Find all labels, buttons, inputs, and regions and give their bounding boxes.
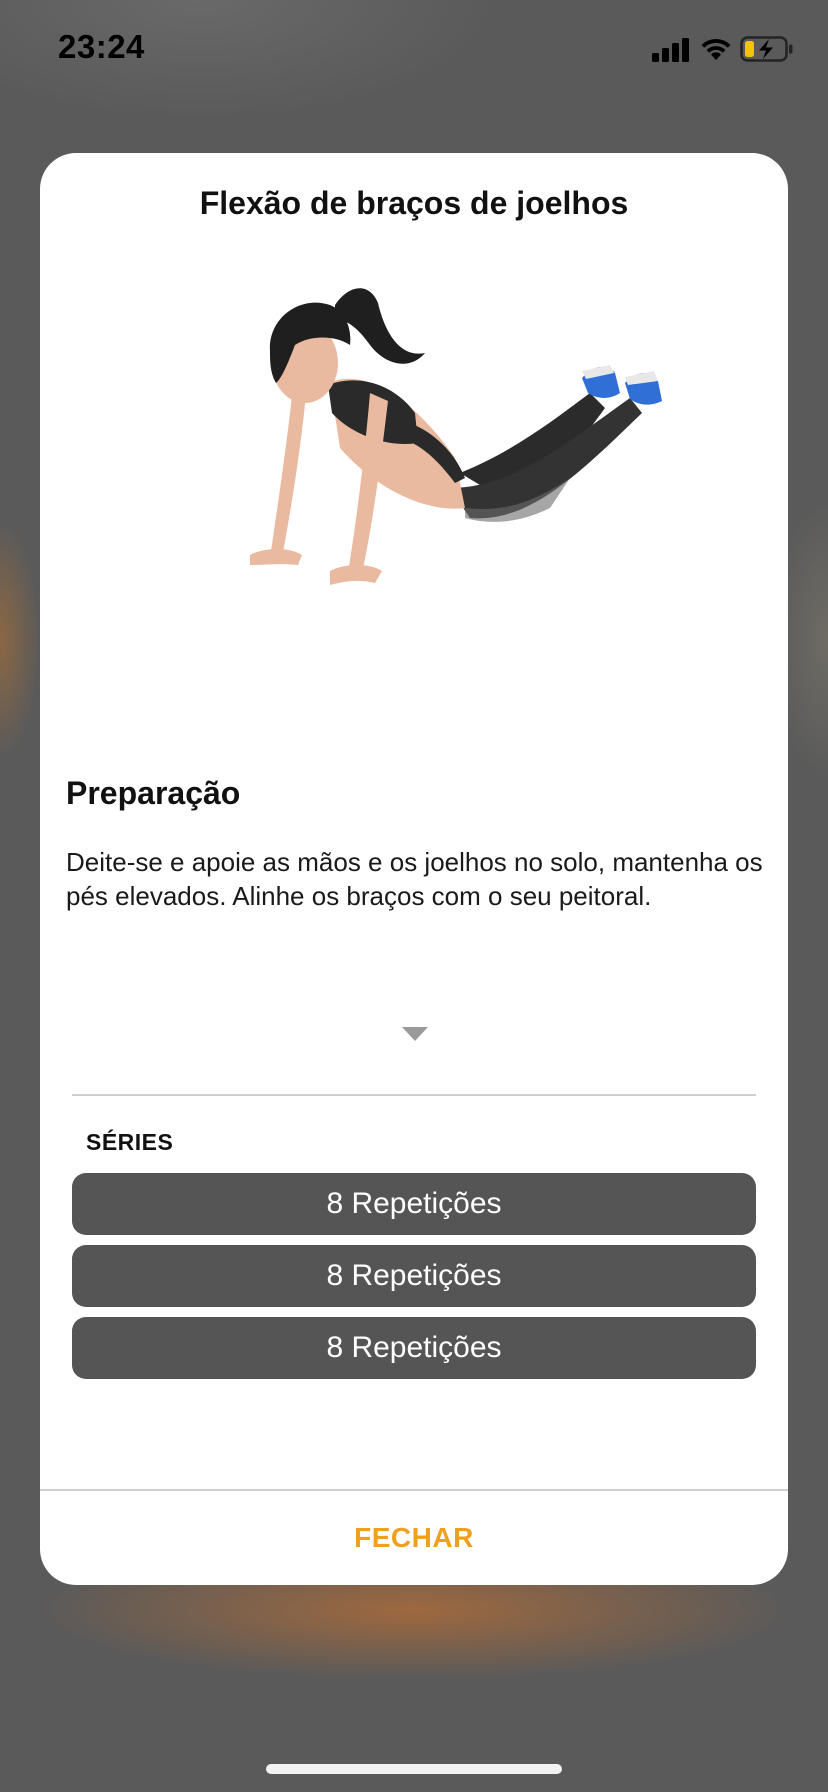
exercise-detail-modal: Flexão de braços de joelhos Preparação D… bbox=[40, 153, 788, 1585]
exercise-description: Deite-se e apoie as mãos e os joelhos no… bbox=[66, 847, 763, 911]
section-heading-preparation: Preparação bbox=[66, 775, 241, 811]
exercise-illustration bbox=[250, 288, 662, 585]
wifi-icon bbox=[701, 38, 731, 60]
divider bbox=[72, 1094, 756, 1096]
modal-title: Flexão de braços de joelhos bbox=[199, 185, 629, 221]
close-button[interactable]: FECHAR bbox=[40, 1491, 788, 1585]
series-item-1[interactable]: 8 Repetições bbox=[72, 1173, 756, 1235]
status-bar: 23:24 bbox=[0, 0, 828, 100]
cellular-signal-icon bbox=[652, 38, 689, 62]
series-list: 8 Repetições 8 Repetições 8 Repetições bbox=[72, 1173, 756, 1389]
status-time: 23:24 bbox=[58, 28, 145, 65]
home-indicator[interactable] bbox=[266, 1764, 562, 1774]
chevron-down-icon[interactable] bbox=[402, 1027, 428, 1041]
series-label: SÉRIES bbox=[86, 1129, 174, 1155]
series-item-3[interactable]: 8 Repetições bbox=[72, 1317, 756, 1379]
series-item-2[interactable]: 8 Repetições bbox=[72, 1245, 756, 1307]
battery-charging-icon bbox=[740, 36, 793, 62]
